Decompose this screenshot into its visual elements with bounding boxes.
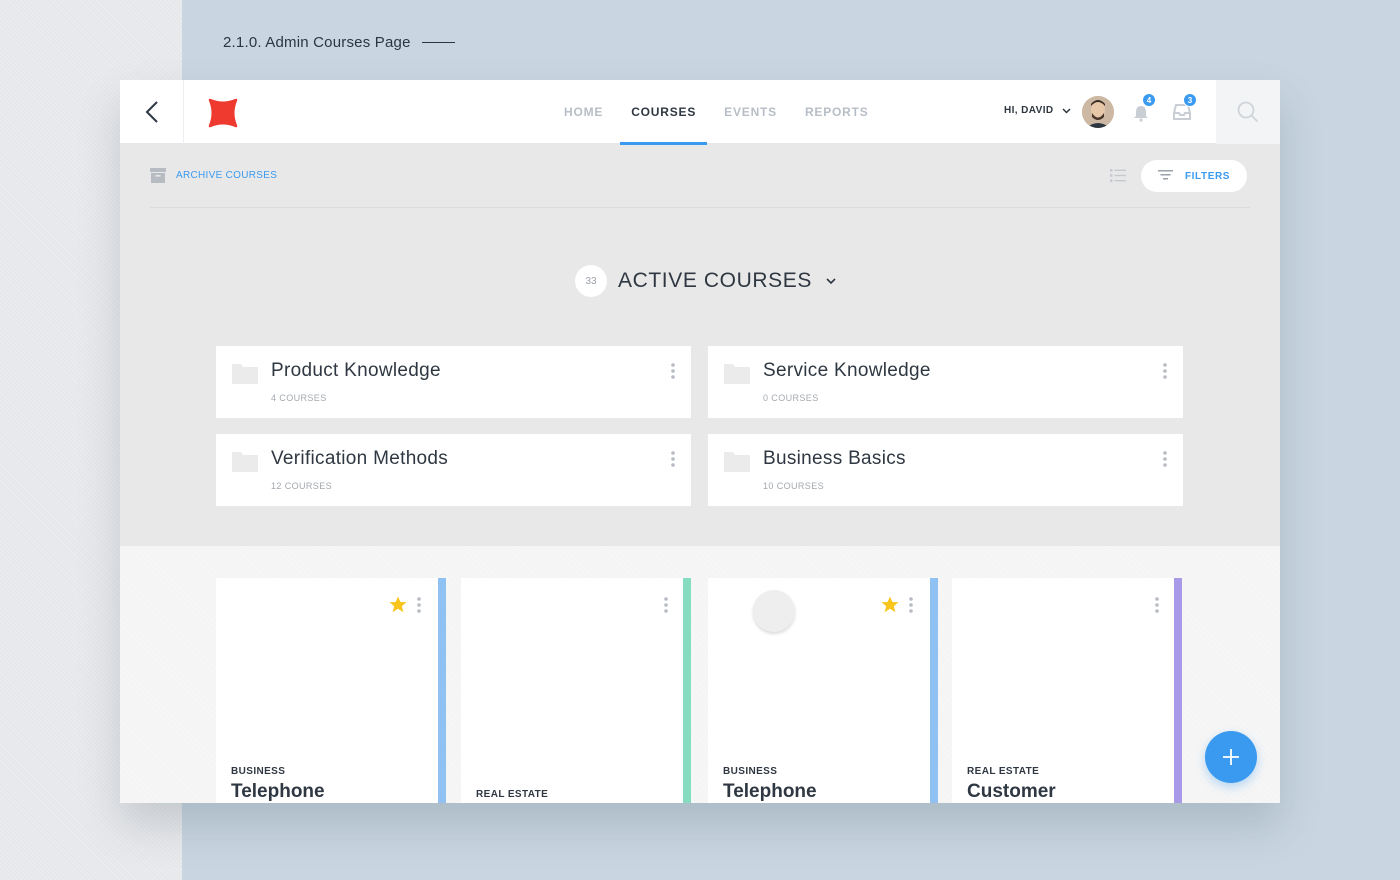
- card-thumbnail: [753, 590, 795, 632]
- course-count-badge: 33: [575, 265, 607, 297]
- folder-title: Product Knowledge: [271, 360, 441, 381]
- list-view-toggle[interactable]: [1110, 168, 1126, 188]
- caption-line: [421, 42, 455, 43]
- notifications-badge: 4: [1142, 93, 1156, 107]
- chevron-left-icon: [145, 101, 158, 123]
- page-caption-text: 2.1.0. Admin Courses Page: [223, 34, 411, 51]
- chevron-down-icon: [826, 277, 836, 284]
- folder-course-count: 0 COURSES: [763, 393, 819, 403]
- card-title: Customer: [967, 781, 1056, 802]
- more-vertical-icon[interactable]: [1155, 597, 1159, 613]
- list-icon: [1110, 169, 1126, 182]
- avatar-portrait-icon: [1082, 96, 1114, 128]
- card-color-stripe: [930, 578, 938, 803]
- card-category: BUSINESS: [723, 766, 778, 777]
- back-button[interactable]: [120, 80, 184, 144]
- folder-title: Service Knowledge: [763, 360, 931, 381]
- add-course-button[interactable]: [1205, 731, 1257, 783]
- more-vertical-icon[interactable]: [909, 597, 913, 613]
- page-caption: 2.1.0. Admin Courses Page: [223, 34, 455, 51]
- folder-card[interactable]: Service Knowledge 0 COURSES: [708, 346, 1183, 418]
- search-button[interactable]: [1216, 80, 1280, 144]
- nav-reports[interactable]: REPORTS: [794, 80, 880, 144]
- card-color-stripe: [438, 578, 446, 803]
- folder-icon: [232, 364, 258, 384]
- card-title: Telephone: [231, 781, 325, 802]
- main-nav: HOME COURSES EVENTS REPORTS: [550, 80, 883, 145]
- filters-button[interactable]: FILTERS: [1141, 160, 1247, 192]
- card-color-stripe: [683, 578, 691, 803]
- more-vertical-icon[interactable]: [1163, 451, 1167, 467]
- courses-grid: BUSINESS Telephone REAL ESTATE BUSINESS …: [120, 546, 1280, 803]
- card-title: Telephone: [723, 781, 817, 802]
- search-icon: [1237, 101, 1259, 123]
- app-window: HOME COURSES EVENTS REPORTS HI, DAVID 4 …: [120, 80, 1280, 803]
- avatar[interactable]: [1082, 96, 1114, 128]
- nav-home[interactable]: HOME: [553, 80, 614, 144]
- inbox-button[interactable]: 3: [1173, 93, 1197, 122]
- nav-courses[interactable]: COURSES: [620, 80, 708, 145]
- star-icon[interactable]: [881, 596, 899, 613]
- inbox-badge: 3: [1183, 93, 1197, 107]
- plus-icon: [1223, 749, 1239, 765]
- more-vertical-icon[interactable]: [671, 363, 675, 379]
- nav-events[interactable]: EVENTS: [713, 80, 788, 144]
- user-greeting: HI, DAVID: [1004, 105, 1054, 116]
- folder-course-count: 10 COURSES: [763, 481, 825, 491]
- active-courses-title: ACTIVE COURSES: [618, 269, 812, 292]
- course-card[interactable]: REAL ESTATE Customer: [952, 578, 1182, 803]
- user-menu[interactable]: HI, DAVID: [1004, 105, 1071, 116]
- folder-title: Verification Methods: [271, 448, 449, 469]
- folder-icon: [232, 452, 258, 472]
- archive-box-icon: [150, 168, 166, 183]
- course-card[interactable]: REAL ESTATE: [461, 578, 691, 803]
- logo-icon: [208, 98, 238, 128]
- folder-card[interactable]: Business Basics 10 COURSES: [708, 434, 1183, 506]
- folder-icon: [724, 452, 750, 472]
- card-color-stripe: [1174, 578, 1182, 803]
- archive-courses-link[interactable]: ARCHIVE COURSES: [150, 168, 277, 183]
- more-vertical-icon[interactable]: [664, 597, 668, 613]
- archive-courses-label: ARCHIVE COURSES: [176, 170, 278, 181]
- toolbar: ARCHIVE COURSES FILTERS: [150, 144, 1250, 208]
- folder-course-count: 4 COURSES: [271, 393, 327, 403]
- filters-label: FILTERS: [1184, 170, 1231, 182]
- folder-icon: [724, 364, 750, 384]
- filter-icon: [1157, 170, 1173, 180]
- course-card[interactable]: BUSINESS Telephone: [708, 578, 938, 803]
- folder-course-count: 12 COURSES: [271, 481, 333, 491]
- folder-title: Business Basics: [763, 448, 906, 469]
- star-icon[interactable]: [389, 596, 407, 613]
- card-category: REAL ESTATE: [967, 766, 1040, 777]
- folder-card[interactable]: Product Knowledge 4 COURSES: [216, 346, 691, 418]
- folder-card[interactable]: Verification Methods 12 COURSES: [216, 434, 691, 506]
- top-bar: HOME COURSES EVENTS REPORTS HI, DAVID 4 …: [120, 80, 1280, 145]
- card-category: BUSINESS: [231, 766, 286, 777]
- active-courses-dropdown[interactable]: 33 ACTIVE COURSES: [575, 265, 836, 297]
- chevron-down-icon: [1062, 107, 1071, 114]
- notifications-button[interactable]: 4: [1132, 93, 1156, 122]
- more-vertical-icon[interactable]: [417, 597, 421, 613]
- course-card[interactable]: BUSINESS Telephone: [216, 578, 446, 803]
- more-vertical-icon[interactable]: [1163, 363, 1167, 379]
- more-vertical-icon[interactable]: [671, 451, 675, 467]
- card-category: REAL ESTATE: [476, 789, 549, 800]
